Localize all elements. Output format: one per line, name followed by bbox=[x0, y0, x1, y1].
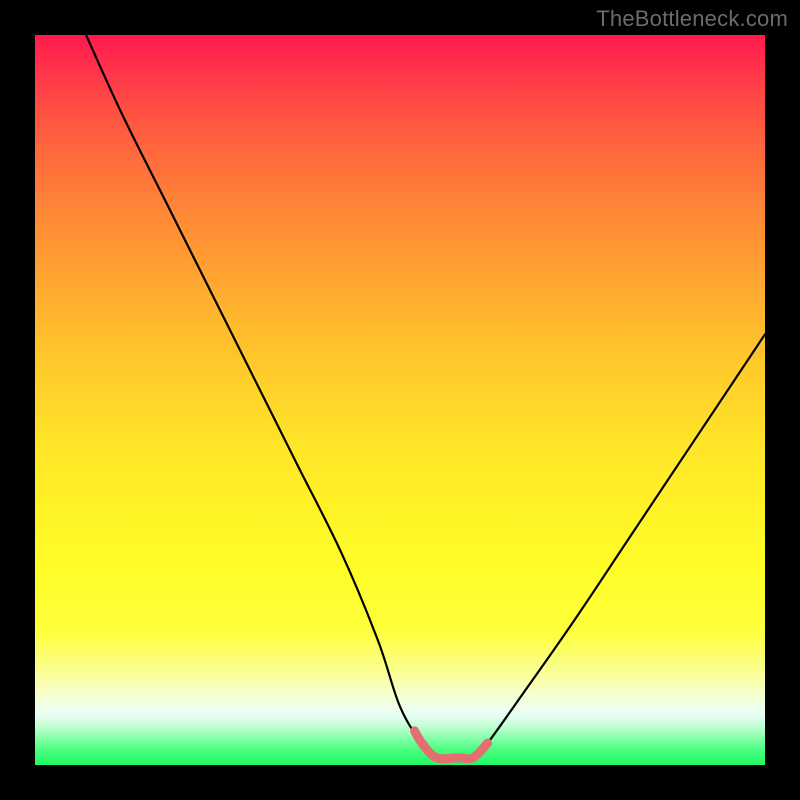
watermark-label: TheBottleneck.com bbox=[596, 6, 788, 32]
plot-area bbox=[35, 35, 765, 765]
chart-frame: TheBottleneck.com bbox=[0, 0, 800, 800]
flat-segment-highlight bbox=[415, 731, 488, 759]
curve-layer bbox=[35, 35, 765, 765]
bottleneck-curve-path bbox=[86, 35, 765, 759]
